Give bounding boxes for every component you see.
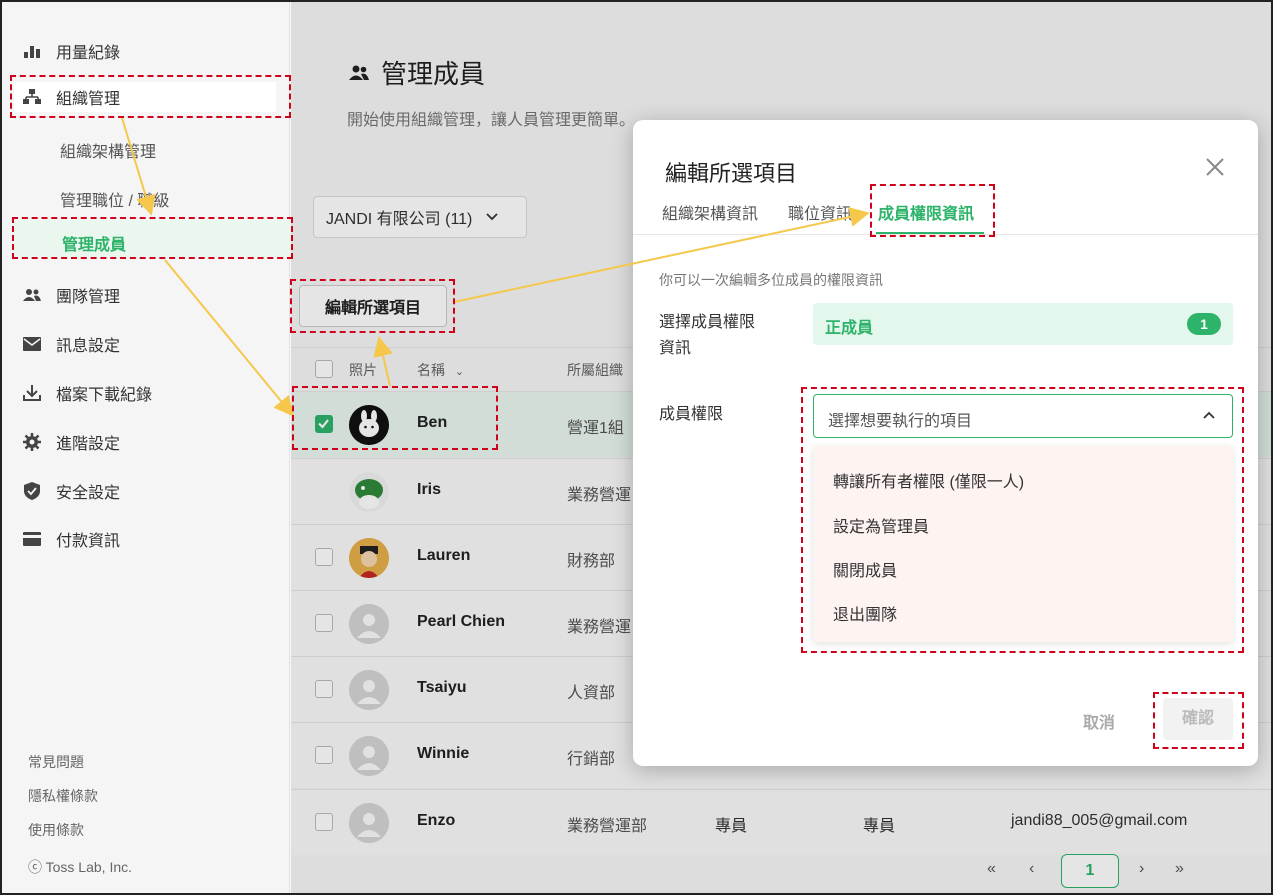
sidebar-item-label: 訊息設定	[56, 338, 121, 355]
card-icon	[22, 529, 42, 549]
terms-link[interactable]: 使用條款	[28, 820, 84, 840]
tab-position-info[interactable]: 職位資訊	[788, 200, 852, 224]
privacy-link[interactable]: 隱私權條款	[28, 786, 98, 806]
sidebar-item-team[interactable]: 團隊管理	[22, 280, 120, 310]
sidebar-item-label: 檔案下載紀錄	[56, 387, 153, 404]
permission-options-menu: 轉讓所有者權限 (僅限一人) 設定為管理員 關閉成員 退出團隊	[813, 446, 1233, 642]
role-value: 正成員	[825, 320, 874, 337]
sidebar: 用量紀錄 組織管理 組織架構管理 管理職位 / 職級 管理成員 團隊管理 訊息設…	[2, 2, 292, 893]
sidebar-item-label: 團隊管理	[56, 289, 121, 306]
permission-label: 成員權限	[659, 406, 724, 423]
download-icon	[22, 383, 42, 403]
role-count-badge: 1	[1187, 313, 1221, 335]
edit-selected-modal: 編輯所選項目 組織架構資訊 職位資訊 成員權限資訊 你可以一次編輯多位成員的權限…	[633, 120, 1258, 766]
confirm-button[interactable]: 確認	[1163, 698, 1233, 740]
option-leave-team[interactable]: 退出團隊	[833, 601, 897, 625]
sidebar-item-label: 用量紀錄	[56, 45, 121, 62]
sidebar-item-payment[interactable]: 付款資訊	[22, 524, 120, 554]
close-icon[interactable]	[1204, 156, 1226, 178]
shield-icon	[22, 481, 42, 501]
gear-icon	[22, 432, 42, 452]
option-transfer-owner[interactable]: 轉讓所有者權限 (僅限一人)	[833, 468, 1024, 492]
sidebar-item-label: 付款資訊	[56, 533, 121, 550]
sidebar-item-label: 安全設定	[56, 485, 121, 502]
faq-link[interactable]: 常見問題	[28, 752, 84, 772]
role-label: 選擇成員權限 資訊	[659, 314, 756, 357]
sidebar-active-highlight	[14, 220, 292, 258]
org-chart-icon	[22, 87, 42, 107]
sidebar-item-org-structure[interactable]: 組織架構管理	[60, 138, 156, 162]
tab-org-info[interactable]: 組織架構資訊	[662, 200, 758, 224]
sidebar-item-manage-members[interactable]: 管理成員	[62, 231, 126, 255]
option-disable-member[interactable]: 關閉成員	[833, 557, 897, 581]
sidebar-item-messages[interactable]: 訊息設定	[22, 329, 120, 359]
tab-divider	[633, 234, 1258, 235]
bar-chart-icon	[22, 41, 42, 61]
sidebar-item-label: 組織管理	[56, 91, 121, 108]
sidebar-item-advanced[interactable]: 進階設定	[22, 427, 120, 457]
modal-description: 你可以一次編輯多位成員的權限資訊	[659, 272, 883, 288]
sidebar-item-org-management[interactable]: 組織管理	[14, 82, 276, 112]
permission-select[interactable]: 選擇想要執行的項目	[813, 394, 1233, 438]
copyright: ⓒ Toss Lab, Inc.	[28, 859, 133, 875]
team-icon	[22, 285, 42, 305]
option-set-admin[interactable]: 設定為管理員	[833, 513, 929, 537]
sidebar-item-usage[interactable]: 用量紀錄	[22, 36, 120, 66]
modal-title: 編輯所選項目	[665, 161, 798, 186]
select-placeholder: 選擇想要執行的項目	[828, 413, 973, 430]
sidebar-item-positions[interactable]: 管理職位 / 職級	[60, 187, 169, 211]
cancel-button[interactable]: 取消	[1083, 709, 1115, 733]
selected-role-box: 正成員 1	[813, 303, 1233, 345]
tab-permission-info[interactable]: 成員權限資訊	[878, 200, 974, 224]
sidebar-item-label: 進階設定	[56, 436, 121, 453]
sidebar-item-security[interactable]: 安全設定	[22, 476, 120, 506]
mail-icon	[22, 334, 42, 354]
chevron-up-icon	[1202, 409, 1216, 423]
screenshot-frame: 用量紀錄 組織管理 組織架構管理 管理職位 / 職級 管理成員 團隊管理 訊息設…	[0, 0, 1273, 895]
sidebar-item-download-log[interactable]: 檔案下載紀錄	[22, 378, 152, 408]
